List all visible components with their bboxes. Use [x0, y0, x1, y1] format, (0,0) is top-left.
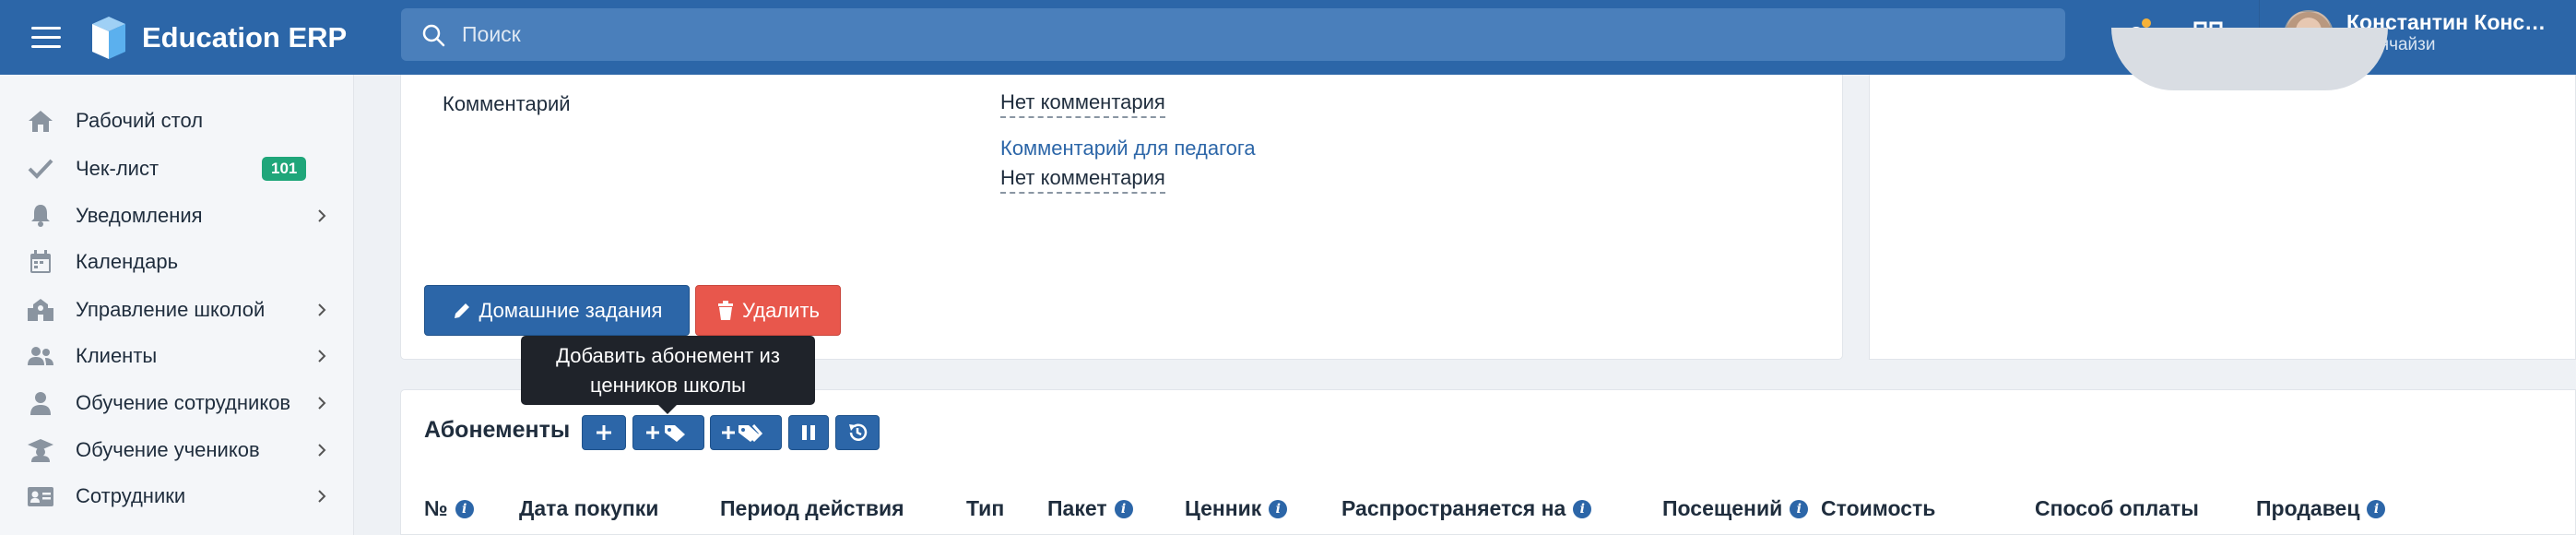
- bell-icon: [31, 205, 50, 227]
- pause-icon: [802, 425, 815, 440]
- sidebar: Рабочий стол Чек-лист 101 Уведомления Ка…: [0, 75, 354, 535]
- column-header-label: Тип: [966, 496, 1005, 520]
- check-icon: [28, 159, 53, 179]
- sidebar-item-label: Календарь: [76, 250, 179, 273]
- homework-button-label: Домашние задания: [479, 298, 663, 322]
- column-header-package[interactable]: Пакет i: [1047, 496, 1133, 521]
- column-header-purchase-date[interactable]: Дата покупки: [519, 496, 658, 521]
- sidebar-item-label: Клиенты: [76, 344, 158, 367]
- column-header-label: Период действия: [720, 496, 904, 520]
- chevron-right-icon: [318, 303, 326, 316]
- info-icon[interactable]: i: [455, 499, 474, 518]
- column-header-cost[interactable]: Стоимость: [1821, 496, 1935, 521]
- sidebar-item-label: Обучение учеников: [76, 438, 260, 461]
- plus-tag-icon: [646, 425, 685, 442]
- plus-tags-icon: [722, 424, 763, 443]
- graduation-icon: [28, 439, 53, 462]
- sidebar-item-dashboard[interactable]: Рабочий стол: [0, 98, 354, 144]
- sidebar-item-clients[interactable]: Клиенты: [0, 333, 354, 379]
- column-header-type[interactable]: Тип: [966, 496, 1004, 521]
- trash-icon: [718, 300, 733, 320]
- sidebar-item-label: Чек-лист: [76, 157, 160, 180]
- side-card: [1869, 75, 2576, 360]
- teacher-icon: [30, 392, 51, 415]
- app-title: Education ERP: [142, 20, 348, 54]
- add-from-tags-button[interactable]: [710, 415, 782, 450]
- users-icon: [28, 347, 53, 365]
- chevron-right-icon: [318, 209, 326, 222]
- add-subscription-button[interactable]: [582, 415, 626, 450]
- column-header-seller[interactable]: Продавец i: [2256, 496, 2386, 521]
- info-icon[interactable]: i: [2367, 499, 2386, 518]
- search-input[interactable]: [462, 22, 1937, 47]
- sidebar-item-label: Управление школой: [76, 298, 266, 321]
- pencil-icon: [454, 303, 469, 318]
- tooltip: Добавить абонемент из ценников школы: [521, 336, 815, 405]
- sidebar-item-label: Рабочий стол: [76, 109, 204, 132]
- history-icon: [849, 423, 868, 441]
- info-icon[interactable]: i: [1114, 499, 1133, 518]
- column-header-label: Пакет: [1047, 496, 1107, 520]
- tooltip-arrow: [658, 405, 677, 414]
- sidebar-item-label: Обучение сотрудников: [76, 391, 291, 414]
- menu-toggle-icon[interactable]: [31, 21, 65, 54]
- plus-icon: [597, 425, 611, 440]
- sidebar-item-employees[interactable]: Сотрудники: [0, 473, 354, 519]
- id-card-icon: [28, 487, 53, 506]
- delete-button[interactable]: Удалить: [695, 285, 841, 336]
- homework-button[interactable]: Домашние задания: [424, 285, 690, 336]
- sidebar-item-student-training[interactable]: Обучение учеников: [0, 427, 354, 473]
- home-icon: [29, 111, 53, 132]
- sidebar-item-staff-training[interactable]: Обучение сотрудников: [0, 380, 354, 426]
- sidebar-item-notifications[interactable]: Уведомления: [0, 193, 354, 239]
- comment-label: Комментарий: [443, 92, 571, 115]
- sidebar-item-label: Сотрудники: [76, 484, 186, 507]
- info-icon[interactable]: i: [1790, 499, 1809, 518]
- info-icon[interactable]: i: [1269, 499, 1288, 518]
- column-header-payment-method[interactable]: Способ оплаты: [2035, 496, 2199, 521]
- subscription-history-button[interactable]: [835, 415, 880, 450]
- notification-dot: [2142, 18, 2151, 28]
- chevron-right-icon: [318, 397, 326, 410]
- sidebar-item-calendar[interactable]: Календарь: [0, 239, 354, 285]
- app-logo[interactable]: Education ERP: [89, 15, 347, 61]
- chevron-right-icon: [318, 444, 326, 457]
- delete-button-label: Удалить: [742, 298, 820, 322]
- column-header-label: №: [424, 496, 448, 520]
- chevron-right-icon: [318, 350, 326, 363]
- tooltip-line-1: Добавить абонемент из: [556, 344, 780, 367]
- freeze-subscription-button[interactable]: [788, 415, 829, 450]
- column-header-validity-period[interactable]: Период действия: [720, 496, 904, 521]
- logo-icon: [92, 16, 125, 59]
- decorative-arc: [2111, 28, 2388, 90]
- subscriptions-title: Абонементы: [424, 417, 571, 443]
- column-header-number[interactable]: № i: [424, 496, 474, 521]
- sidebar-item-school-management[interactable]: Управление школой: [0, 287, 354, 333]
- comment-value[interactable]: Нет комментария: [1000, 90, 1165, 118]
- teacher-comment-link[interactable]: Комментарий для педагога: [1000, 137, 1256, 160]
- search-icon: [422, 24, 445, 46]
- column-header-applies-to[interactable]: Распространяется на i: [1341, 496, 1592, 521]
- tooltip-line-2: ценников школы: [589, 374, 746, 397]
- column-header-label: Способ оплаты: [2035, 496, 2199, 520]
- search-bar[interactable]: [401, 8, 2065, 61]
- teacher-comment-value[interactable]: Нет комментария: [1000, 166, 1165, 194]
- info-icon[interactable]: i: [1573, 499, 1592, 518]
- column-header-label: Дата покупки: [519, 496, 659, 520]
- checklist-count-badge: 101: [262, 157, 307, 181]
- column-header-label: Стоимость: [1821, 496, 1936, 520]
- column-header-price-list[interactable]: Ценник i: [1185, 496, 1288, 521]
- column-header-label: Распространяется на: [1341, 496, 1566, 520]
- sidebar-item-label: Уведомления: [76, 204, 203, 227]
- column-header-label: Продавец: [2256, 496, 2360, 520]
- calendar-icon: [30, 250, 51, 273]
- chevron-right-icon: [318, 490, 326, 503]
- school-icon: [28, 299, 53, 321]
- column-header-visits[interactable]: Посещений i: [1662, 496, 1809, 521]
- column-header-label: Посещений: [1662, 496, 1783, 520]
- sidebar-item-checklist[interactable]: Чек-лист 101: [0, 146, 354, 192]
- add-from-price-list-button[interactable]: [632, 415, 704, 450]
- column-header-label: Ценник: [1185, 496, 1262, 520]
